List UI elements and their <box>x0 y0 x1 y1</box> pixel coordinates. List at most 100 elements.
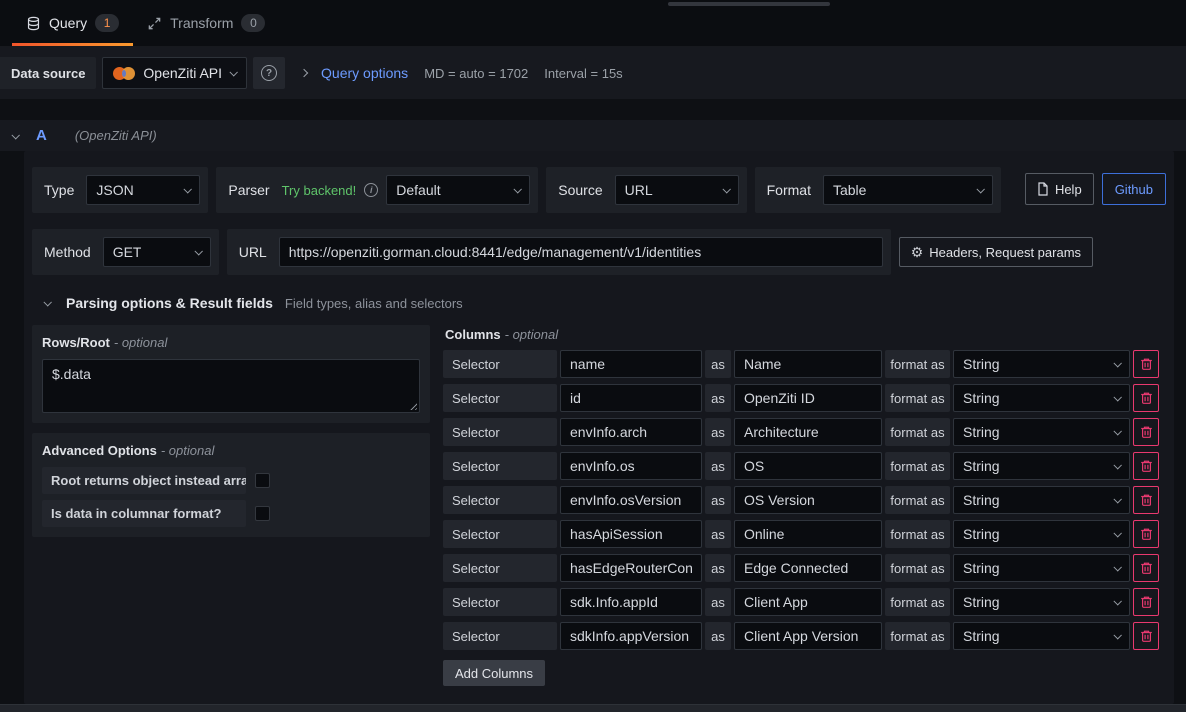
advanced-options-title: Advanced Options- optional <box>42 443 420 458</box>
headers-request-params-button[interactable]: ⚙ Headers, Request params <box>899 237 1093 267</box>
source-value: URL <box>625 182 653 198</box>
delete-column-button[interactable] <box>1133 486 1159 514</box>
column-format-select[interactable]: String <box>953 554 1130 582</box>
collapse-chevron-icon[interactable] <box>11 131 19 139</box>
column-selector-input[interactable] <box>560 350 702 378</box>
parser-select[interactable]: Default <box>386 175 530 205</box>
column-alias-input[interactable] <box>734 622 882 650</box>
column-format-select[interactable]: String <box>953 350 1130 378</box>
column-selector-input[interactable] <box>560 622 702 650</box>
column-format-value: String <box>963 560 1000 576</box>
delete-column-button[interactable] <box>1133 418 1159 446</box>
column-selector-input[interactable] <box>560 418 702 446</box>
type-select[interactable]: JSON <box>86 175 200 205</box>
as-label: as <box>705 588 731 616</box>
column-format-value: String <box>963 424 1000 440</box>
columnar-format-label: Is data in columnar format? <box>42 500 246 527</box>
column-format-select[interactable]: String <box>953 520 1130 548</box>
columnar-format-checkbox[interactable] <box>255 506 270 521</box>
interval-text: Interval = 15s <box>544 66 622 81</box>
column-row: Selector as format as String <box>443 384 1166 412</box>
type-row: Type JSON Parser Try backend! i Default … <box>32 167 1166 213</box>
parsing-content: Rows/Root - optional $.data Advanced Opti… <box>32 325 1166 686</box>
source-select[interactable]: URL <box>615 175 739 205</box>
columns-section: Columns - optional Selector as format as … <box>443 325 1166 686</box>
tab-query[interactable]: Query 1 <box>12 0 133 46</box>
delete-column-button[interactable] <box>1133 384 1159 412</box>
columnar-format-row: Is data in columnar format? <box>42 500 420 527</box>
column-selector-input[interactable] <box>560 554 702 582</box>
datasource-help-button[interactable]: ? <box>253 57 285 89</box>
url-row: Method GET URL ⚙ Headers, Request params <box>32 229 1166 275</box>
root-returns-object-label: Root returns object instead array? <box>42 467 246 494</box>
delete-column-button[interactable] <box>1133 554 1159 582</box>
column-alias-input[interactable] <box>734 350 882 378</box>
tab-transform-label: Transform <box>170 15 233 31</box>
help-button-label: Help <box>1055 182 1082 197</box>
tab-transform[interactable]: Transform 0 <box>133 0 279 46</box>
selector-label: Selector <box>443 588 557 616</box>
selector-label: Selector <box>443 452 557 480</box>
column-format-select[interactable]: String <box>953 588 1130 616</box>
column-selector-input[interactable] <box>560 588 702 616</box>
parsing-options-section-header[interactable]: Parsing options & Result fields Field ty… <box>44 291 1162 315</box>
section-subtitle: Field types, alias and selectors <box>285 296 463 311</box>
column-alias-input[interactable] <box>734 588 882 616</box>
root-returns-object-checkbox[interactable] <box>255 473 270 488</box>
headers-button-label: Headers, Request params <box>929 245 1081 260</box>
column-alias-input[interactable] <box>734 384 882 412</box>
query-count-badge: 1 <box>95 14 119 32</box>
column-alias-input[interactable] <box>734 486 882 514</box>
column-format-select[interactable]: String <box>953 384 1130 412</box>
delete-column-button[interactable] <box>1133 588 1159 616</box>
column-selector-input[interactable] <box>560 384 702 412</box>
column-format-select[interactable]: String <box>953 418 1130 446</box>
rows-root-textarea[interactable]: $.data <box>42 359 420 413</box>
github-button[interactable]: Github <box>1102 173 1166 205</box>
pane-resize-handle[interactable] <box>668 2 830 6</box>
optional-hint: - optional <box>505 327 558 342</box>
delete-column-button[interactable] <box>1133 350 1159 378</box>
query-options-link[interactable]: Query options <box>321 65 408 81</box>
delete-column-button[interactable] <box>1133 520 1159 548</box>
column-alias-input[interactable] <box>734 418 882 446</box>
column-format-select[interactable]: String <box>953 452 1130 480</box>
delete-column-button[interactable] <box>1133 622 1159 650</box>
chevron-down-icon <box>976 185 984 193</box>
column-format-select[interactable]: String <box>953 486 1130 514</box>
column-alias-input[interactable] <box>734 520 882 548</box>
column-alias-input[interactable] <box>734 554 882 582</box>
help-button[interactable]: Help <box>1025 173 1094 205</box>
column-selector-input[interactable] <box>560 520 702 548</box>
rows-root-box: Rows/Root - optional $.data <box>32 325 430 423</box>
trash-icon <box>1140 561 1153 575</box>
chevron-down-icon <box>1113 427 1121 435</box>
column-selector-input[interactable] <box>560 486 702 514</box>
column-format-select[interactable]: String <box>953 622 1130 650</box>
collapse-chevron-icon[interactable] <box>43 298 51 306</box>
add-columns-button[interactable]: Add Columns <box>443 660 545 686</box>
grafana-query-editor: Query 1 Transform 0 Data source OpenZiti… <box>0 0 1186 712</box>
source-label: Source <box>554 182 606 198</box>
format-select[interactable]: Table <box>823 175 993 205</box>
optional-hint: - optional <box>114 335 167 350</box>
selector-label: Selector <box>443 384 557 412</box>
datasource-picker[interactable]: OpenZiti API <box>102 57 247 89</box>
column-selector-input[interactable] <box>560 452 702 480</box>
delete-column-button[interactable] <box>1133 452 1159 480</box>
format-as-label: format as <box>885 554 950 582</box>
trash-icon <box>1140 357 1153 371</box>
url-input[interactable] <box>279 237 883 267</box>
query-row-header[interactable]: A (OpenZiti API) <box>0 120 1186 151</box>
format-label: Format <box>763 182 815 198</box>
tab-query-label: Query <box>49 15 87 31</box>
method-select[interactable]: GET <box>103 237 211 267</box>
column-row: Selector as format as String <box>443 418 1166 446</box>
rows-root-label: Rows/Root <box>42 335 110 350</box>
column-format-value: String <box>963 356 1000 372</box>
columns-label: Columns <box>445 327 501 342</box>
url-label: URL <box>235 244 271 260</box>
column-alias-input[interactable] <box>734 452 882 480</box>
format-as-label: format as <box>885 486 950 514</box>
optional-hint: - optional <box>161 443 214 458</box>
